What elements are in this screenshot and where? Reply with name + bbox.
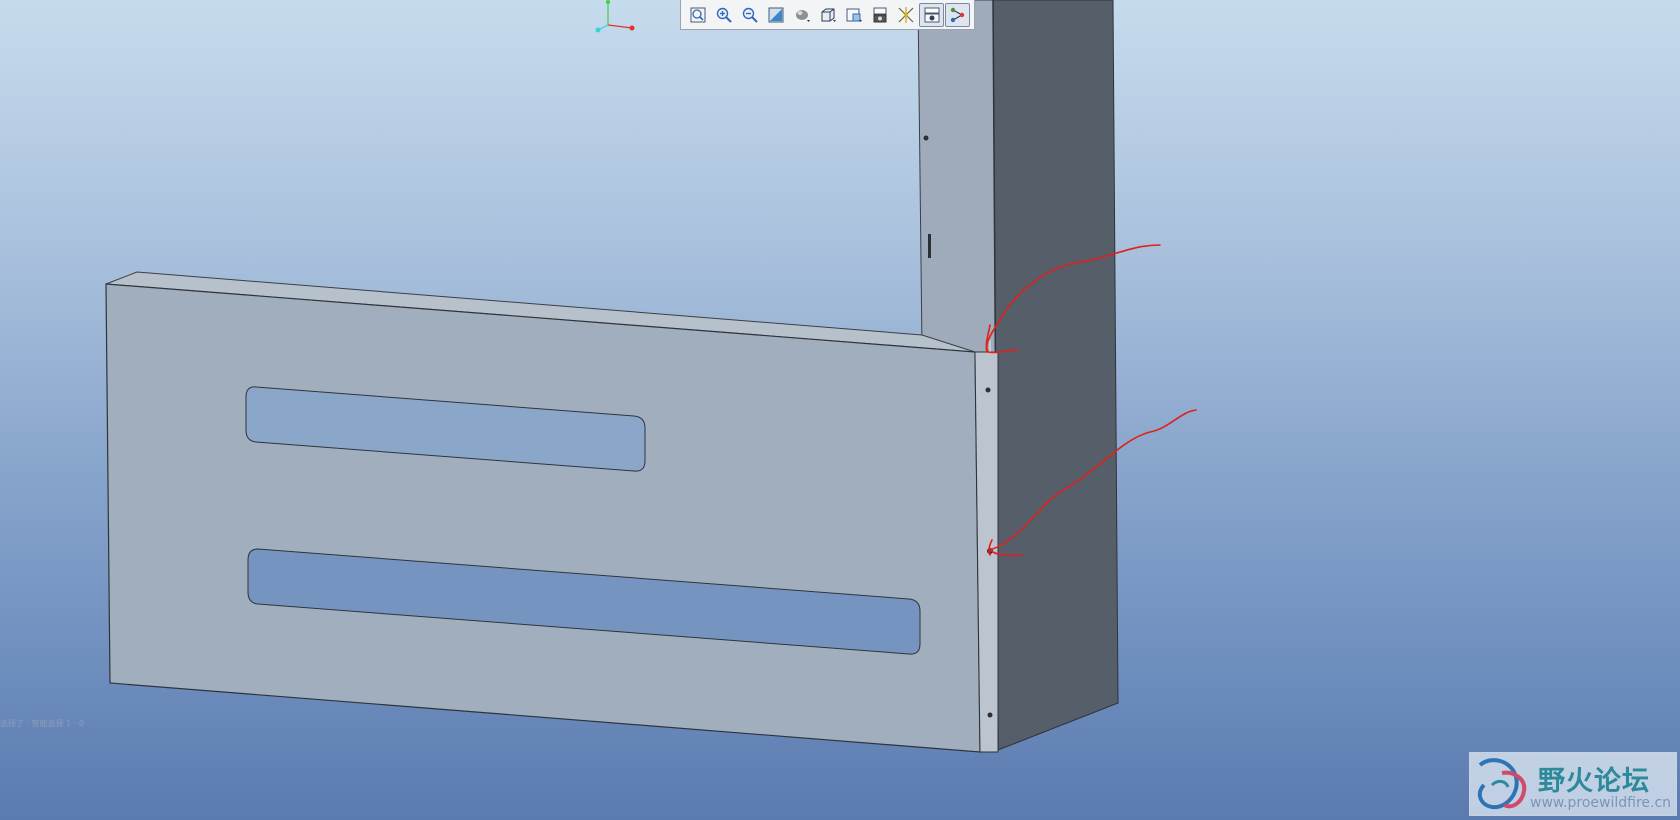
forum-logo-icon bbox=[1477, 758, 1527, 810]
annotation-display-icon bbox=[924, 7, 939, 22]
repaint-button[interactable] bbox=[763, 3, 788, 27]
display-style-button[interactable] bbox=[789, 3, 814, 27]
repaint-icon bbox=[768, 7, 783, 22]
saved-orientation-icon bbox=[821, 8, 836, 22]
zoom-in-button[interactable] bbox=[711, 3, 736, 27]
zoom-out-button[interactable] bbox=[737, 3, 762, 27]
view-manager-button[interactable] bbox=[841, 3, 866, 27]
display-style-icon bbox=[795, 9, 810, 22]
forum-watermark: 野火论坛 www.proewildfire.cn bbox=[1469, 752, 1677, 816]
coordinate-axis-triad bbox=[595, 0, 635, 33]
spin-center-button[interactable] bbox=[893, 3, 918, 27]
saved-orientation-button[interactable] bbox=[815, 3, 840, 27]
model-tree-display-icon bbox=[950, 7, 964, 22]
view-manager-icon bbox=[846, 8, 862, 22]
forum-url: www.proewildfire.cn bbox=[1530, 795, 1672, 811]
annotation-display-button[interactable] bbox=[919, 2, 944, 27]
front-panel[interactable] bbox=[105, 271, 999, 753]
model-viewport[interactable] bbox=[0, 0, 1680, 820]
model-tree-display-button[interactable] bbox=[945, 2, 970, 27]
refit-button[interactable] bbox=[685, 3, 710, 27]
datum-display-button[interactable] bbox=[867, 3, 892, 27]
spin-center-icon bbox=[898, 6, 913, 23]
datum-display-icon bbox=[873, 7, 886, 22]
view-toolbar bbox=[680, 0, 975, 30]
zoom-out-icon bbox=[742, 7, 758, 23]
status-message: 选择了 · 智能选择 1 · 0 bbox=[0, 719, 84, 728]
forum-title: 野火论坛 bbox=[1538, 766, 1650, 797]
zoom-in-icon bbox=[716, 7, 732, 23]
refit-icon bbox=[690, 7, 705, 22]
